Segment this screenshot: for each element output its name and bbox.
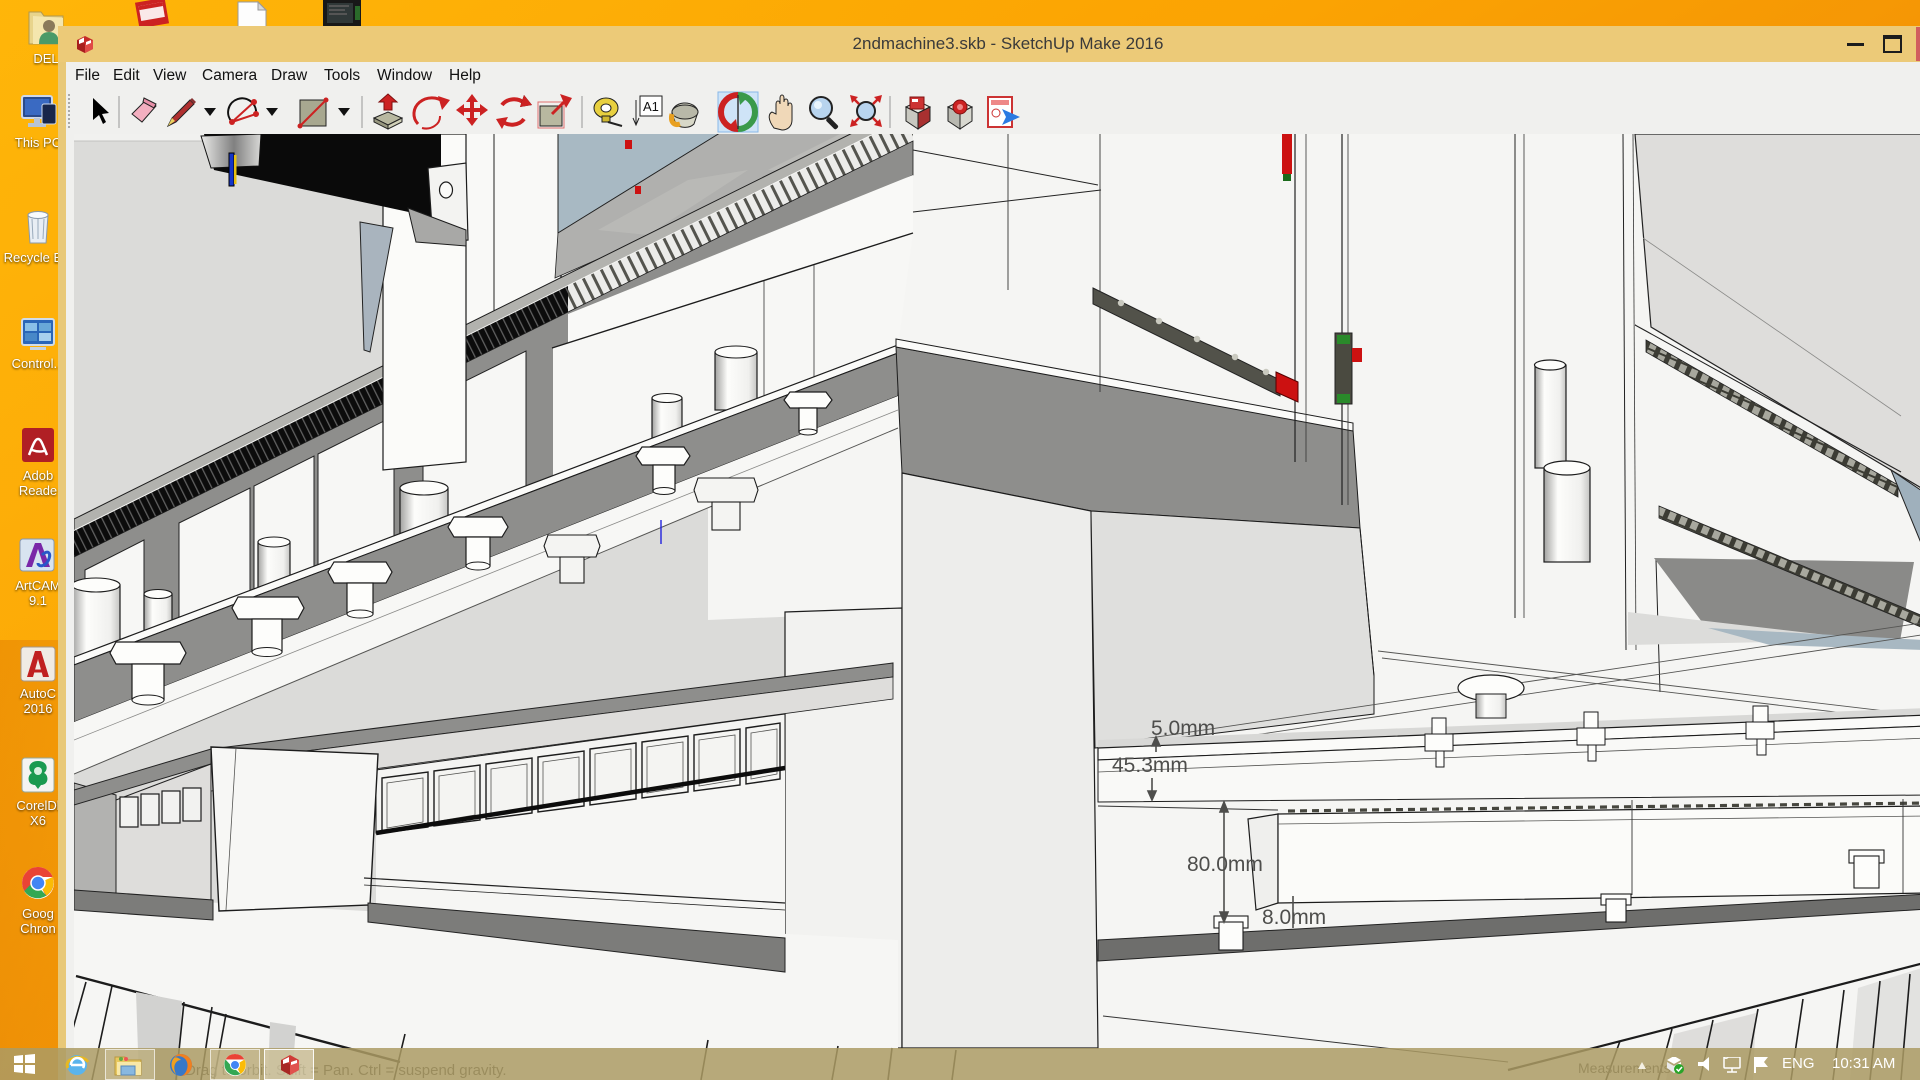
svg-text:5.0mm: 5.0mm <box>1151 717 1215 740</box>
svg-text:45.3mm: 45.3mm <box>1112 754 1188 777</box>
svg-text:A1: A1 <box>643 99 659 114</box>
svg-text:80.0mm: 80.0mm <box>1187 853 1263 876</box>
svg-text:8.0mm: 8.0mm <box>1262 906 1326 929</box>
